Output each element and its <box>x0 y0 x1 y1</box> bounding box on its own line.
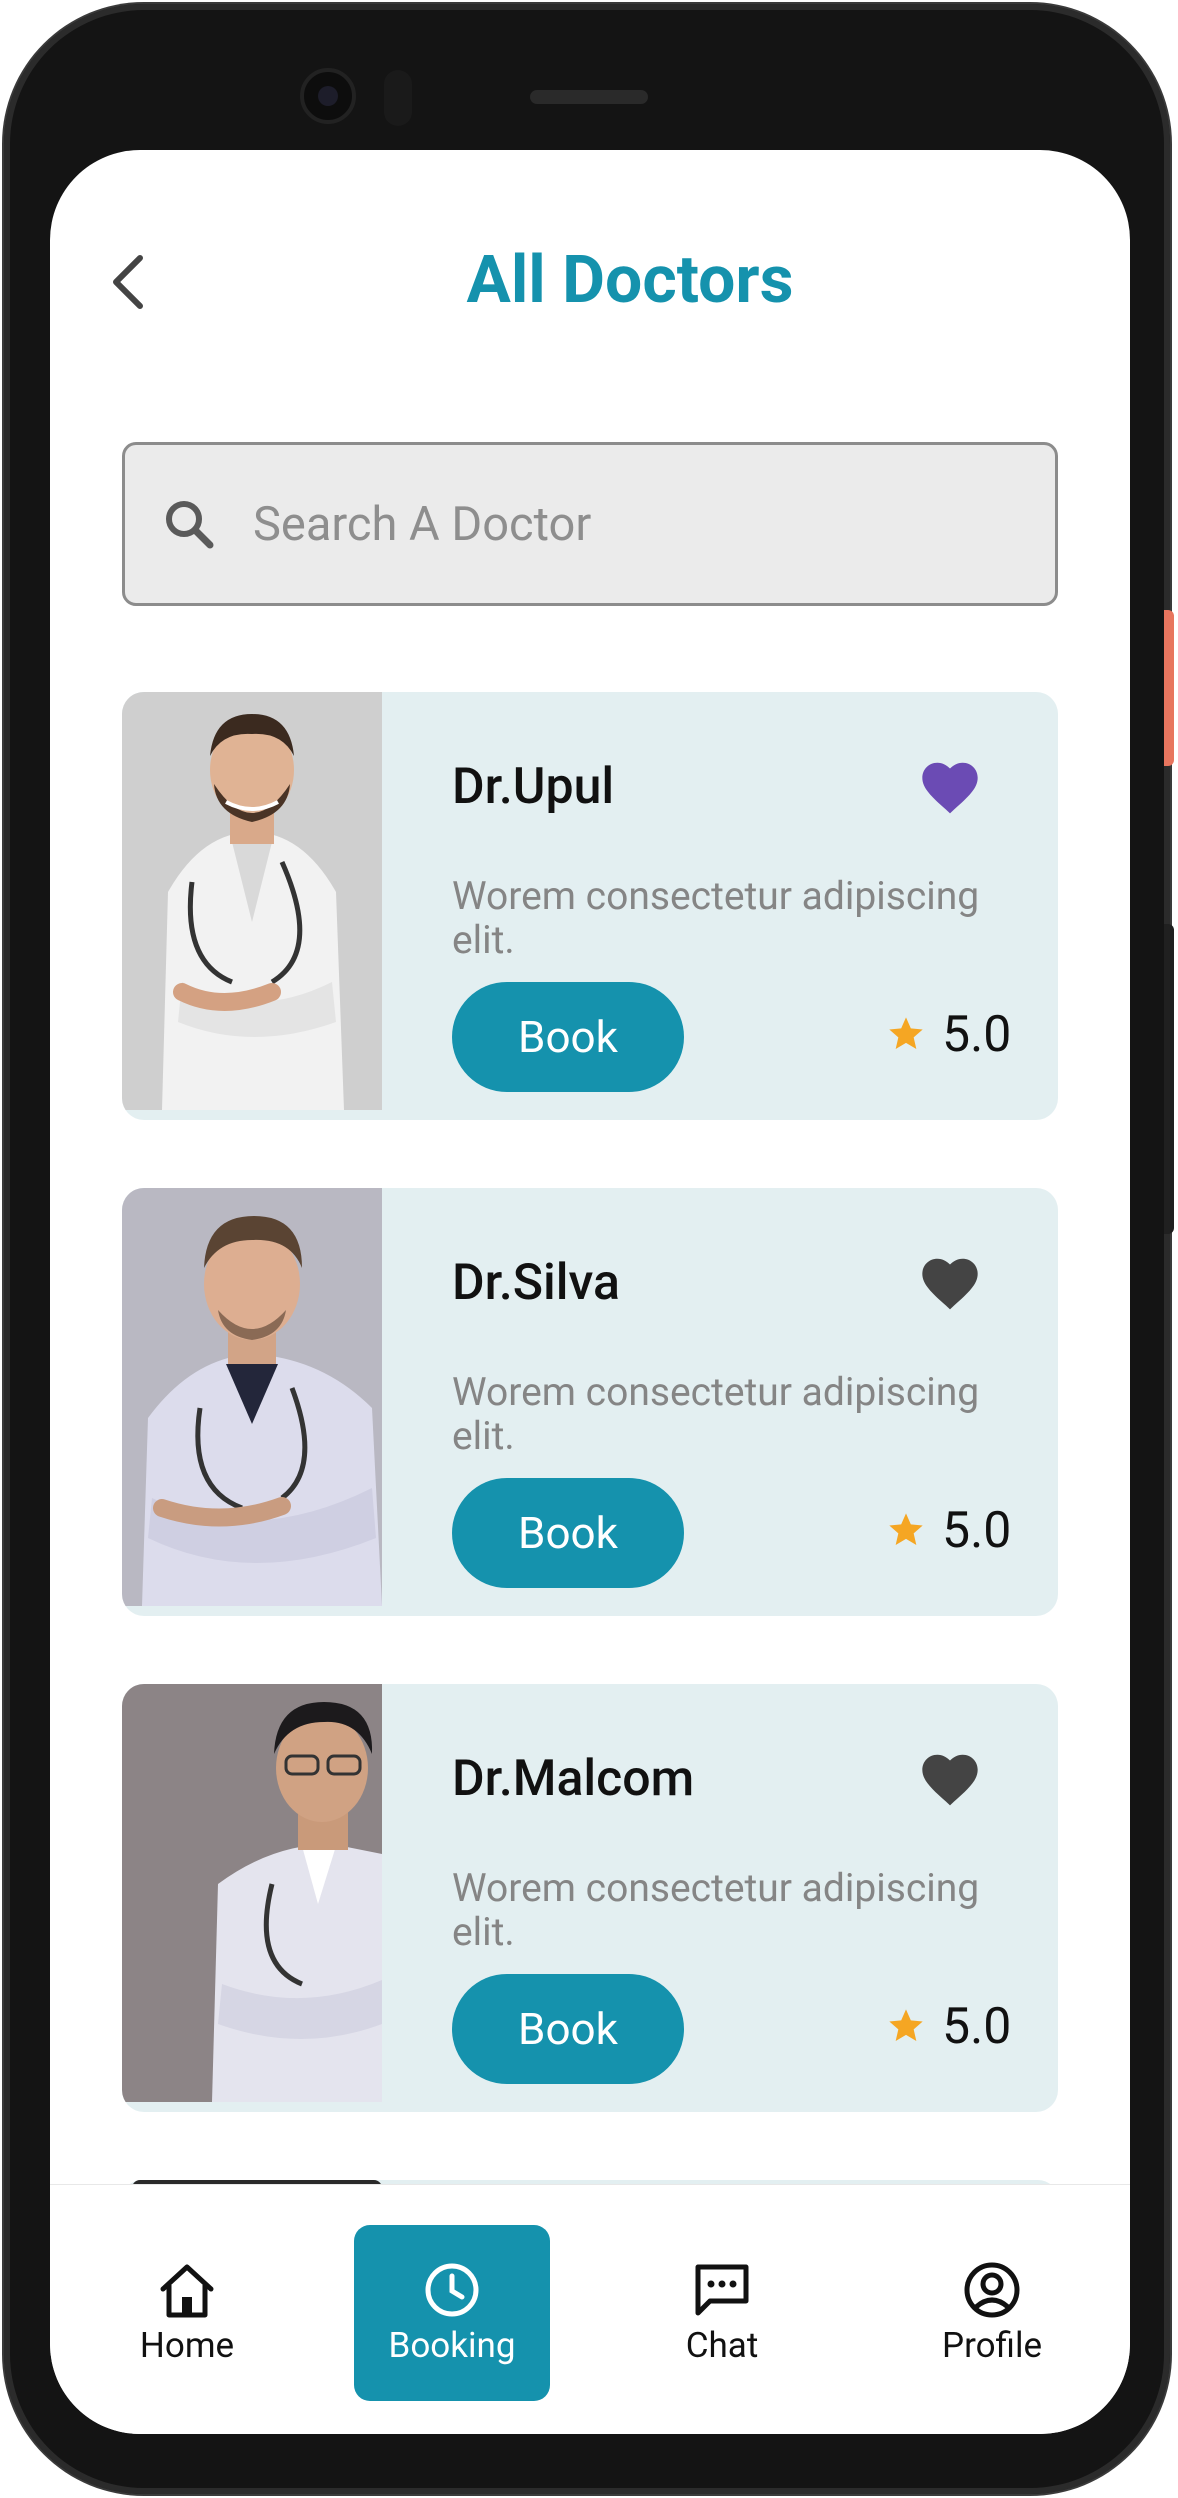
star-icon <box>889 1017 923 1049</box>
nav-item-profile[interactable]: Profile <box>894 2225 1090 2401</box>
app-screen: All Doctors Search A Doctor Dr.Upul Wore… <box>50 150 1130 2434</box>
doctor-photo <box>122 1188 382 1606</box>
nav-label: Booking <box>388 2324 516 2366</box>
doctor-card[interactable]: Dr.Malcom Worem consectetur adipiscing e… <box>122 1684 1058 2112</box>
doctor-photo <box>122 692 382 1110</box>
book-button[interactable]: Book <box>452 1478 684 1588</box>
doctor-description: Worem consectetur adipiscing elit. <box>452 873 980 963</box>
book-button[interactable]: Book <box>452 982 684 1092</box>
front-camera <box>300 68 356 124</box>
doctor-description: Worem consectetur adipiscing elit. <box>452 1865 980 1955</box>
doctor-card[interactable]: Dr.Silva Worem consectetur adipiscing el… <box>122 1188 1058 1616</box>
profile-icon <box>964 2262 1020 2317</box>
home-icon <box>160 2264 214 2317</box>
doctor-name: Dr.Silva <box>452 1254 620 1312</box>
proximity-sensor <box>384 70 412 126</box>
doctor-rating: 5.0 <box>942 1502 1012 1560</box>
nav-item-home[interactable]: Home <box>89 2225 285 2401</box>
nav-label: Profile <box>941 2324 1043 2366</box>
search-icon <box>166 501 214 549</box>
doctor-card[interactable]: Dr.Upul Worem consectetur adipiscing eli… <box>122 692 1058 1120</box>
nav-label: Home <box>139 2324 235 2366</box>
doctor-name: Dr.Malcom <box>452 1750 695 1808</box>
doctor-name: Dr.Upul <box>452 758 615 816</box>
clock-icon <box>425 2263 479 2316</box>
star-icon <box>889 1513 923 1545</box>
nav-label: Chat <box>685 2324 759 2366</box>
book-button[interactable]: Book <box>452 1974 684 2084</box>
volume-button <box>1164 924 1174 1234</box>
doctor-description: Worem consectetur adipiscing elit. <box>452 1369 980 1459</box>
star-icon <box>889 2009 923 2041</box>
search-bar[interactable] <box>122 442 1058 606</box>
power-button <box>1164 610 1174 766</box>
heart-icon[interactable] <box>918 1254 982 1312</box>
doctor-photo <box>122 1684 382 2102</box>
heart-icon[interactable] <box>918 758 982 816</box>
earpiece-speaker <box>530 90 648 104</box>
chat-icon <box>695 2264 749 2315</box>
page-title: All Doctors <box>466 242 794 319</box>
heart-icon[interactable] <box>918 1750 982 1808</box>
bottom-nav: Home Booking Chat Profile <box>50 2184 1130 2434</box>
doctor-rating: 5.0 <box>942 1998 1012 2056</box>
nav-item-booking[interactable]: Booking <box>354 2225 550 2401</box>
doctor-rating: 5.0 <box>942 1006 1012 1064</box>
search-input[interactable] <box>253 496 973 552</box>
phone-frame: All Doctors Search A Doctor Dr.Upul Wore… <box>4 4 1174 2494</box>
nav-item-chat[interactable]: Chat <box>624 2225 820 2401</box>
